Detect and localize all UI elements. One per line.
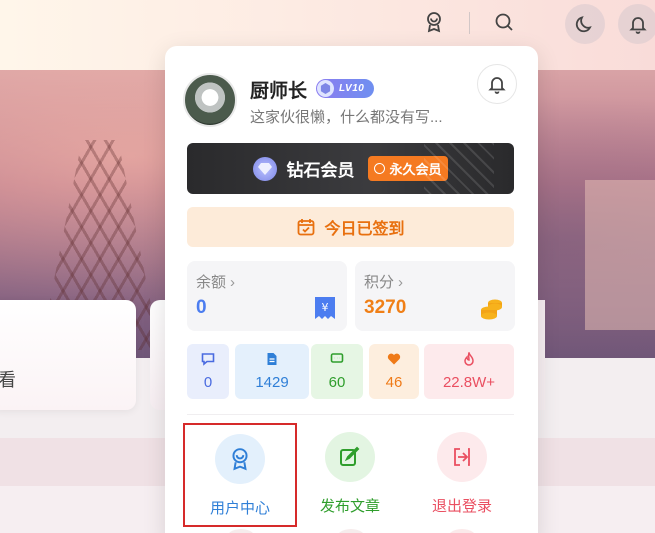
level-text: LV10 [339,83,365,94]
user-center-icon-circle [215,434,265,484]
wallet-icon: ¥ [315,297,335,319]
dark-mode-toggle[interactable] [565,4,605,44]
fire-icon [464,352,474,366]
badge-icon [427,12,441,33]
balance-label: 余额 › [196,271,235,292]
likes-count-value: 46 [385,374,403,391]
calendar-check-icon [298,219,315,236]
vip-title: 钻石会员 [286,161,355,180]
section-divider [187,414,514,415]
vip-tag-label: 永久会员 [389,162,442,177]
username: 厨师长 [250,81,308,102]
posts-count-value: 1429 [255,374,289,391]
banner-building-graphic [585,180,655,330]
comments-count[interactable]: 0 [187,344,229,399]
bell-icon [488,77,506,94]
likes-count[interactable]: 46 [369,344,419,399]
vip-tag: 永久会员 [368,156,448,181]
logout-icon-circle [437,432,487,482]
publish-icon-circle [325,432,375,482]
more-action-circle[interactable] [226,529,256,533]
more-action-circle[interactable] [336,529,366,533]
points-label-text: 积分 [364,274,395,291]
message-icon [330,353,344,363]
search-icon [495,13,513,31]
level-badge: LV10 [316,79,374,98]
avatar[interactable] [183,73,237,127]
logout-icon [454,448,470,466]
messages-count[interactable]: 60 [311,344,363,399]
more-action-circle[interactable] [447,529,477,533]
popularity-count[interactable]: 22.8W+ [424,344,514,399]
user-badge-icon [232,448,248,471]
vip-membership-banner[interactable]: 钻石会员 永久会员 [187,143,514,194]
moon-icon [575,16,592,33]
user-bio: 这家伙很懒，什么都没有写... [250,109,443,126]
comments-count-value: 0 [203,374,213,391]
chevron-right-icon: › [230,274,236,291]
coins-icon [481,299,502,320]
logout-button[interactable]: 退出登录 [405,423,519,527]
heart-icon [387,353,401,365]
balance-card[interactable]: 余额 › 0 ¥ [187,261,347,331]
messages-count-value: 60 [328,374,346,391]
publish-article-label: 发布文章 [319,498,380,515]
svg-text:¥: ¥ [322,301,329,314]
posts-count[interactable]: 1429 [235,344,309,399]
panel-notification-button[interactable] [477,64,517,104]
header-divider [469,12,470,34]
chevron-right-icon: › [398,274,404,291]
background-card-text: 看 [0,370,16,390]
balance-value: 0 [196,297,207,318]
user-center-button[interactable]: 用户中心 [183,423,297,527]
background-card[interactable]: 看 [0,300,136,410]
user-center-label: 用户中心 [209,500,270,517]
checkin-button[interactable]: 今日已签到 [187,207,514,247]
publish-article-button[interactable]: 发布文章 [293,423,407,527]
popularity-count-value: 22.8W+ [442,374,496,391]
user-dropdown-panel: 厨师长 LV10 这家伙很懒，什么都没有写... 钻石会员 永久会员 今日已签到… [165,46,538,533]
notification-button[interactable] [618,4,655,44]
comment-icon [201,353,215,366]
points-value: 3270 [364,297,407,318]
clock-icon [374,163,386,174]
search-button[interactable] [490,8,518,36]
edit-icon [340,446,360,466]
logout-label: 退出登录 [431,498,492,515]
document-icon [267,353,277,365]
bell-icon [629,17,647,34]
user-badge-header-button[interactable] [420,8,448,36]
level-gem-icon [317,80,334,97]
checkin-label: 今日已签到 [324,221,405,238]
diamond-icon [253,156,278,181]
points-card[interactable]: 积分 › 3270 [355,261,515,331]
balance-label-text: 余额 [196,274,227,291]
points-label: 积分 › [364,271,403,292]
more-actions-row [165,526,538,533]
